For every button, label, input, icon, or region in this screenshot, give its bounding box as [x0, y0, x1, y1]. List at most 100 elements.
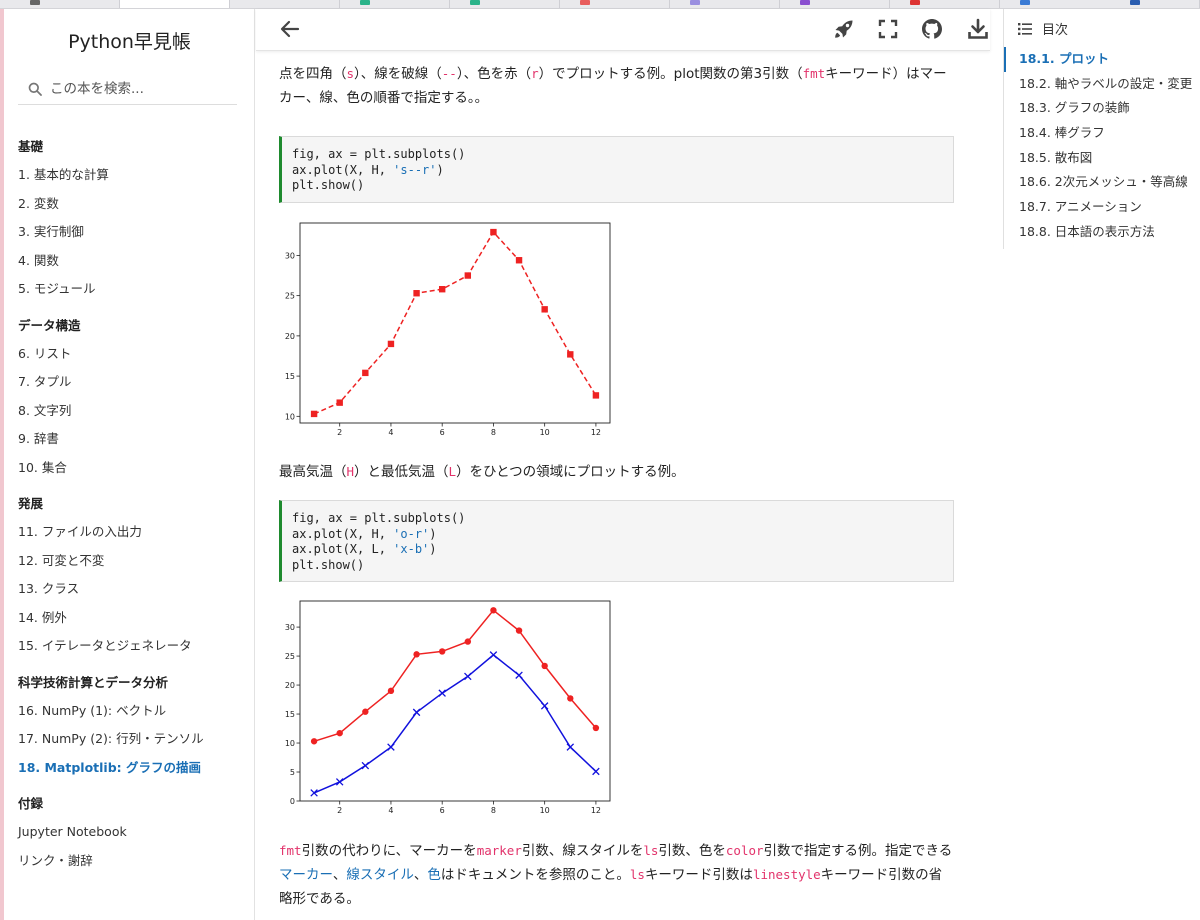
toc-item[interactable]: 18.1. プロット	[1004, 47, 1200, 72]
sidebar-item[interactable]: 1. 基本的な計算	[18, 165, 248, 194]
browser-tab[interactable]	[1000, 0, 1200, 8]
browser-tab[interactable]	[780, 0, 890, 8]
sidebar-item[interactable]: 14. 例外	[18, 608, 248, 637]
text: 点を四角（	[279, 66, 347, 82]
text: 引数で指定する例。指定できる	[763, 843, 952, 859]
browser-tab[interactable]	[230, 0, 340, 8]
sidebar-item[interactable]: 17. NumPy (2): 行列・テンソル	[18, 729, 248, 758]
inline-code: ls	[629, 867, 645, 882]
y-tick-label: 30	[285, 623, 295, 632]
code-line: ax.plot(X, H,	[292, 162, 394, 177]
toc-item[interactable]: 18.2. 軸やラベルの設定・変更	[1004, 72, 1200, 97]
text: ）、色を赤（	[456, 66, 532, 82]
site-title[interactable]: Python早見帳	[4, 27, 255, 54]
table-of-contents: 目次 18.1. プロット 18.2. 軸やラベルの設定・変更 18.3. グラフの…	[1003, 9, 1200, 249]
sidebar-item[interactable]: 10. 集合	[18, 458, 248, 487]
arrow-left-icon[interactable]	[278, 17, 302, 41]
y-tick-label: 10	[285, 739, 295, 748]
sidebar-item[interactable]: 5. モジュール	[18, 279, 248, 308]
sidebar-item[interactable]: 16. NumPy (1): ベクトル	[18, 701, 248, 730]
sidebar-item[interactable]: 2. 変数	[18, 194, 248, 223]
sidebar-item[interactable]: 9. 辞書	[18, 429, 248, 458]
line-chart-2: 2 4 6 8 10 12 0 5 10 15 20 25 30	[285, 600, 611, 815]
data-point	[362, 369, 369, 377]
sidebar-item[interactable]: 18. Matplotlib: グラフの描画	[18, 758, 248, 787]
code-block-2[interactable]: fig, ax = plt.subplots() ax.plot(X, H, '…	[279, 500, 954, 582]
browser-tab[interactable]	[560, 0, 670, 8]
toc-item[interactable]: 18.3. グラフの装飾	[1004, 96, 1200, 121]
browser-tab[interactable]	[340, 0, 450, 8]
x-tick-label: 2	[337, 428, 342, 437]
y-tick-label: 15	[285, 710, 295, 719]
browser-tab-active[interactable]	[120, 0, 230, 8]
x-tick-label: 6	[440, 428, 445, 437]
browser-tab[interactable]	[670, 0, 780, 8]
inline-code: linestyle	[752, 867, 821, 882]
text: 引数の代わりに、マーカーを	[301, 843, 477, 859]
y-tick-label: 15	[285, 372, 295, 381]
toc-item[interactable]: 18.6. 2次元メッシュ・等高線	[1004, 170, 1200, 195]
data-point	[413, 651, 420, 658]
toc-item[interactable]: 18.8. 日本語の表示方法	[1004, 220, 1200, 245]
search-box[interactable]	[18, 73, 237, 105]
sidebar-item[interactable]: 8. 文字列	[18, 401, 248, 430]
sidebar-item[interactable]: 4. 関数	[18, 251, 248, 280]
data-point	[541, 306, 548, 313]
x-tick-label: 4	[388, 806, 393, 815]
github-icon[interactable]	[920, 17, 944, 41]
data-point	[387, 340, 395, 348]
data-point	[413, 290, 420, 297]
colors-link[interactable]: 色	[427, 867, 441, 883]
fullscreen-icon[interactable]	[876, 17, 900, 41]
browser-tab[interactable]	[450, 0, 560, 8]
x-tick-label: 2	[337, 806, 342, 815]
text: ）でプロットする例。plot関数の第3引数（	[538, 66, 803, 82]
list-icon	[1018, 22, 1032, 35]
top-toolbar	[256, 9, 990, 51]
sidebar-item[interactable]: 15. イテレータとジェネレータ	[18, 636, 248, 665]
data-point	[490, 607, 497, 614]
y-tick-label: 5	[290, 768, 295, 777]
toc-item[interactable]: 18.7. アニメーション	[1004, 195, 1200, 220]
data-point	[438, 648, 446, 655]
x-tick-label: 12	[591, 428, 601, 437]
paragraph-2: 最高気温（H）と最低気温（L）をひとつの領域にプロットする例。	[279, 460, 954, 484]
data-point	[336, 729, 343, 737]
toc-item[interactable]: 18.4. 棒グラフ	[1004, 121, 1200, 146]
sidebar-nav: 基礎 1. 基本的な計算 2. 変数 3. 実行制御 4. 関数 5. モジュール データ構…	[18, 137, 248, 887]
code-block-1[interactable]: fig, ax = plt.subplots() ax.plot(X, H, '…	[279, 136, 954, 203]
sidebar-item[interactable]: 6. リスト	[18, 344, 248, 373]
y-tick-label: 0	[290, 797, 295, 806]
sidebar-item[interactable]: リンク・謝辞	[18, 851, 248, 880]
markers-link[interactable]: マーカー	[279, 867, 333, 883]
download-icon[interactable]	[966, 17, 990, 41]
sidebar-item[interactable]: 13. クラス	[18, 579, 248, 608]
browser-tab[interactable]	[0, 0, 120, 8]
sidebar-item[interactable]: 12. 可変と不変	[18, 551, 248, 580]
tab-favicon-icon	[360, 0, 370, 5]
inline-code: s	[346, 66, 355, 81]
browser-tab[interactable]	[890, 0, 1000, 8]
paragraph-3: fmt引数の代わりに、マーカーをmarker引数、線スタイルをls引数、色をco…	[279, 839, 954, 911]
y-tick-label: 20	[285, 332, 295, 341]
tab-favicon-icon	[800, 0, 810, 5]
toc-item[interactable]: 18.5. 散布図	[1004, 146, 1200, 171]
inline-code: H	[346, 464, 355, 479]
data-point	[567, 695, 574, 702]
y-tick-label: 20	[285, 681, 295, 690]
rocket-icon[interactable]	[832, 17, 856, 41]
sidebar-item[interactable]: 3. 実行制御	[18, 222, 248, 251]
linestyles-link[interactable]: 線スタイル	[346, 867, 414, 883]
inline-code: color	[725, 843, 764, 858]
inline-code: ls	[643, 843, 659, 858]
sidebar-item[interactable]: 11. ファイルの入出力	[18, 522, 248, 551]
sidebar-item[interactable]: 7. タプル	[18, 372, 248, 401]
data-point	[387, 687, 395, 695]
code-line: )	[429, 526, 437, 541]
search-input[interactable]	[50, 80, 230, 97]
code-line: ax.plot(X, H,	[292, 526, 394, 541]
inline-code: marker	[476, 843, 522, 858]
sidebar-item[interactable]: Jupyter Notebook	[18, 822, 248, 851]
text: 引数、線スタイルを	[521, 843, 644, 859]
